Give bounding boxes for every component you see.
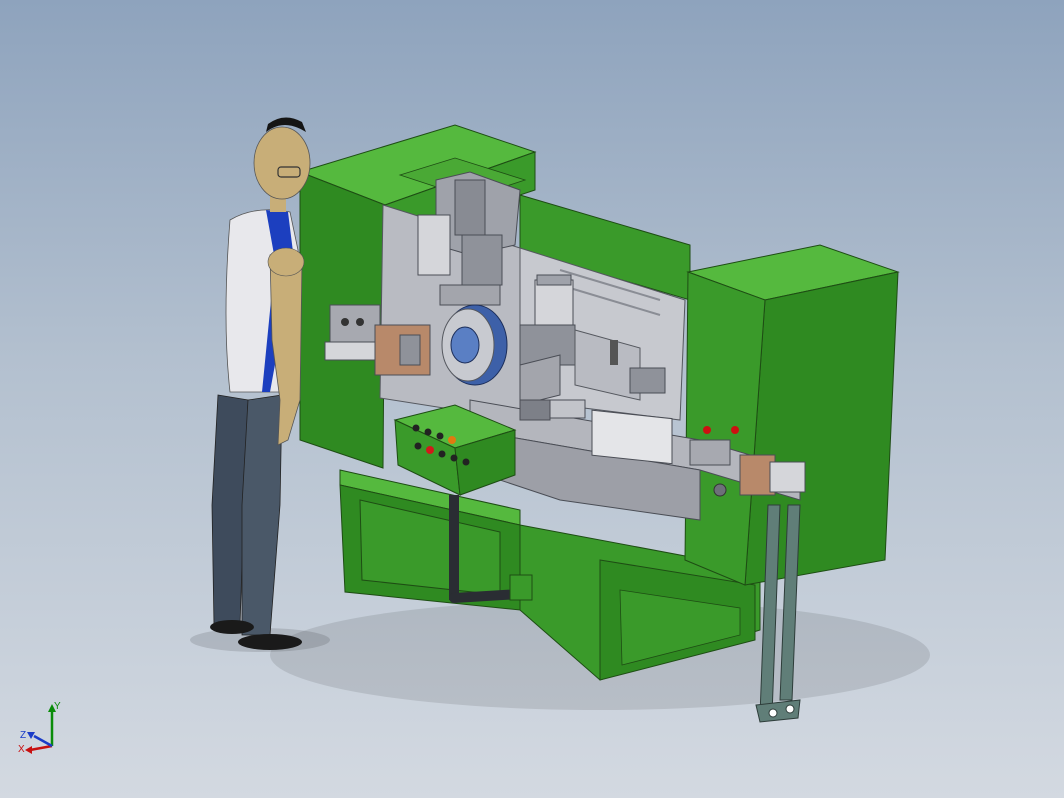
triad-y-label: Y bbox=[54, 701, 61, 712]
z-axis-icon bbox=[33, 734, 53, 748]
indicator-light bbox=[412, 424, 420, 432]
panel-button[interactable] bbox=[414, 442, 422, 450]
cad-viewport[interactable]: Y X Z bbox=[0, 0, 1064, 798]
operator-figure[interactable] bbox=[210, 117, 311, 650]
stop-button[interactable] bbox=[426, 446, 434, 454]
x-axis-icon bbox=[29, 744, 53, 752]
triad-x-label: X bbox=[18, 744, 25, 755]
indicator-light bbox=[424, 428, 432, 436]
panel-button[interactable] bbox=[450, 454, 458, 462]
coordinate-triad[interactable]: Y X Z bbox=[16, 700, 66, 760]
rotary-table[interactable] bbox=[441, 304, 508, 386]
triad-z-label: Z bbox=[20, 730, 26, 741]
panel-button[interactable] bbox=[462, 458, 470, 466]
cad-model-scene[interactable] bbox=[0, 0, 1064, 798]
indicator-light bbox=[436, 432, 444, 440]
start-button[interactable] bbox=[448, 436, 456, 444]
panel-button[interactable] bbox=[438, 450, 446, 458]
